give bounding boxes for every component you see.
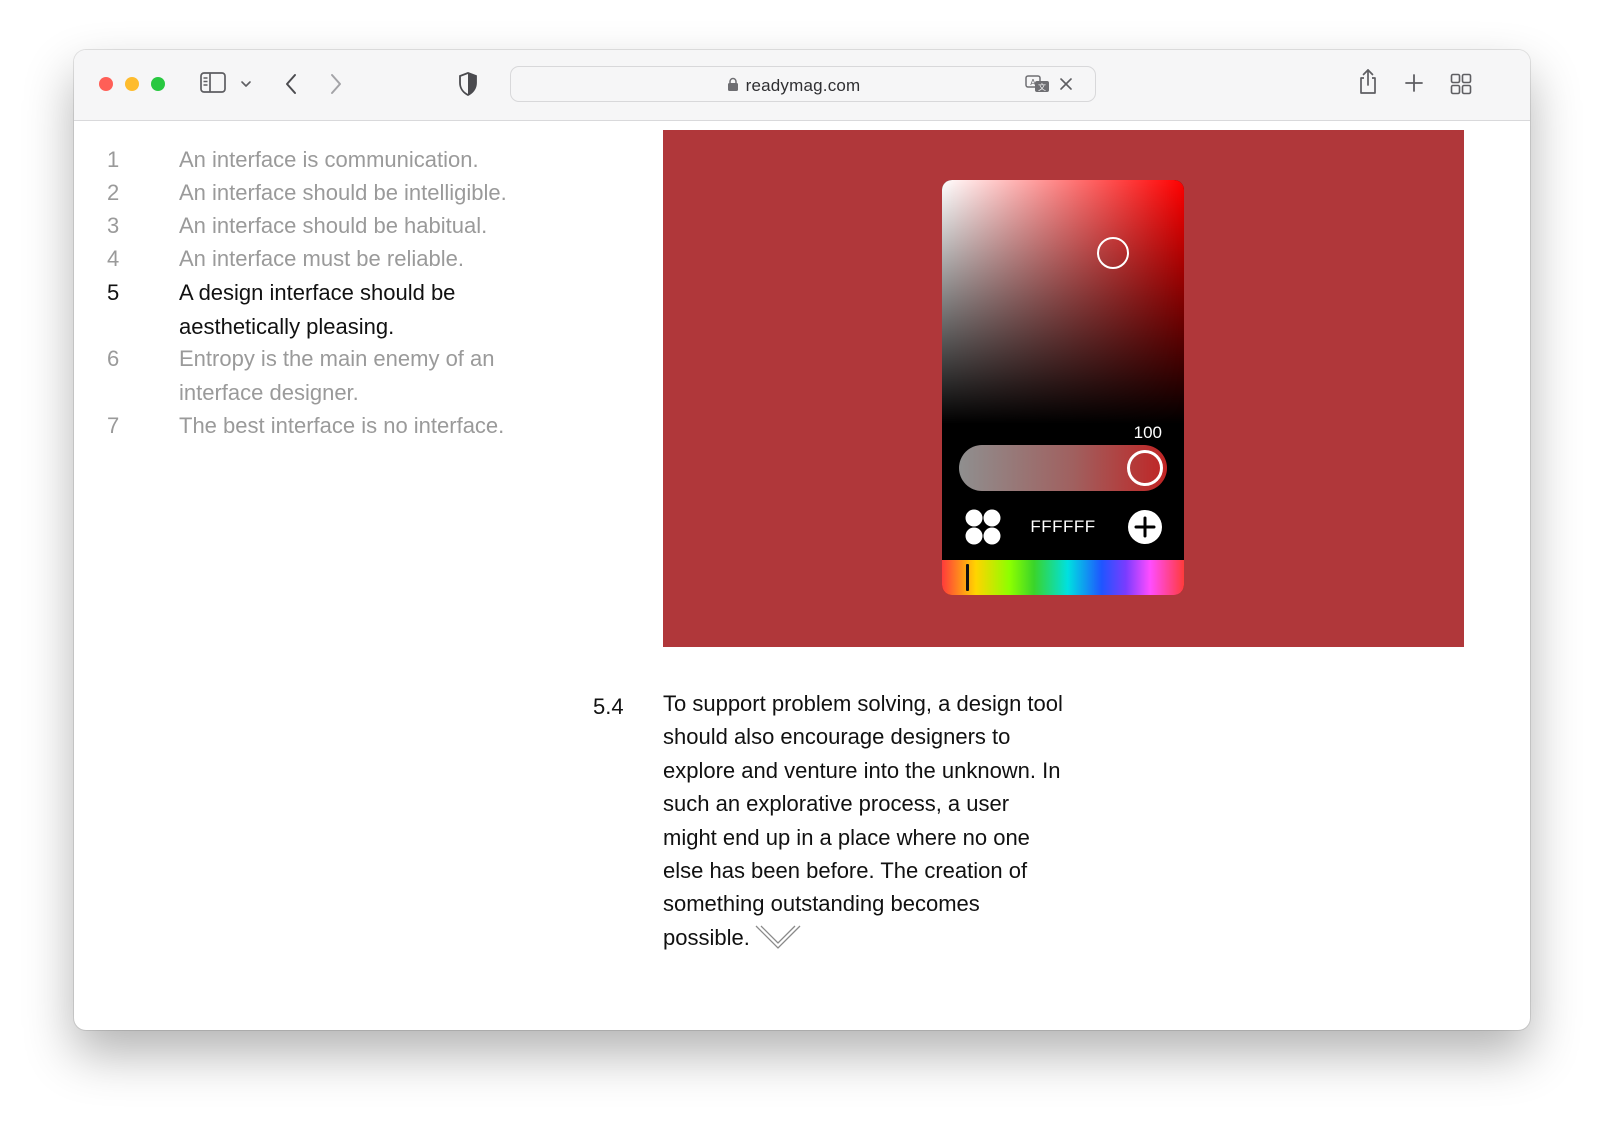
color-picker: 100 FFFFFF: [942, 180, 1184, 595]
scroll-down-chevron-icon[interactable]: [754, 922, 802, 952]
page-content: 1 An interface is communication. 2 An in…: [74, 121, 1530, 1030]
svg-text:A: A: [1030, 78, 1036, 87]
svg-text:文: 文: [1038, 82, 1046, 92]
tenet-text: An interface is communication.: [179, 147, 479, 172]
hue-slider[interactable]: [942, 560, 1184, 595]
tenet-number: 5: [107, 280, 120, 305]
url-text: readymag.com: [745, 76, 861, 95]
sidebar-icon[interactable]: [200, 72, 226, 94]
close-window-button[interactable]: [99, 77, 113, 91]
browser-toolbar: readymag.com A 文: [74, 50, 1530, 121]
back-icon[interactable]: [283, 72, 299, 96]
saturation-value-area[interactable]: [942, 180, 1184, 445]
section-body: To support problem solving, a design too…: [663, 691, 1063, 950]
clear-icon[interactable]: [1059, 77, 1073, 91]
opacity-handle[interactable]: [1127, 450, 1163, 486]
tenet-number: 6: [107, 346, 120, 371]
hex-value[interactable]: FFFFFF: [1022, 517, 1104, 537]
tenet-text: An interface should be intelligible.: [179, 180, 507, 205]
tenet-number: 1: [107, 147, 120, 172]
address-bar[interactable]: readymag.com A 文: [510, 66, 1096, 102]
maximize-window-button[interactable]: [151, 77, 165, 91]
add-color-icon[interactable]: [1127, 509, 1163, 545]
new-tab-icon[interactable]: [1404, 73, 1424, 93]
tenet-text: The best interface is no interface.: [179, 413, 505, 438]
hue-marker[interactable]: [966, 564, 969, 591]
opacity-value: 100: [1133, 423, 1162, 442]
minimize-window-button[interactable]: [125, 77, 139, 91]
tenet-text: An interface should be habitual.: [179, 213, 488, 238]
tenet-text: An interface must be reliable.: [179, 246, 464, 271]
share-icon[interactable]: [1357, 68, 1379, 96]
opacity-slider[interactable]: [959, 445, 1167, 491]
tab-overview-icon[interactable]: [1450, 73, 1472, 95]
browser-window: readymag.com A 文 1 An interface is commu…: [74, 50, 1530, 1030]
section-number: 5.4: [593, 694, 624, 719]
forward-icon[interactable]: [328, 72, 344, 96]
tenet-number: 2: [107, 180, 120, 205]
tenet-number: 3: [107, 213, 120, 238]
chevron-down-icon[interactable]: [240, 79, 252, 89]
translate-icon[interactable]: A 文: [1025, 74, 1051, 94]
palette-icon[interactable]: [964, 508, 1002, 546]
shield-icon[interactable]: [457, 71, 479, 97]
saturation-handle[interactable]: [1097, 237, 1129, 269]
tenet-text: Entropy is the main enemy of an interfac…: [179, 346, 495, 405]
hero-illustration: 100 FFFFFF: [663, 130, 1464, 647]
tenet-text: A design interface should be aesthetical…: [179, 280, 456, 339]
tenet-number: 7: [107, 413, 120, 438]
section-text: To support problem solving, a design too…: [663, 687, 1063, 954]
tenet-number: 4: [107, 246, 120, 271]
